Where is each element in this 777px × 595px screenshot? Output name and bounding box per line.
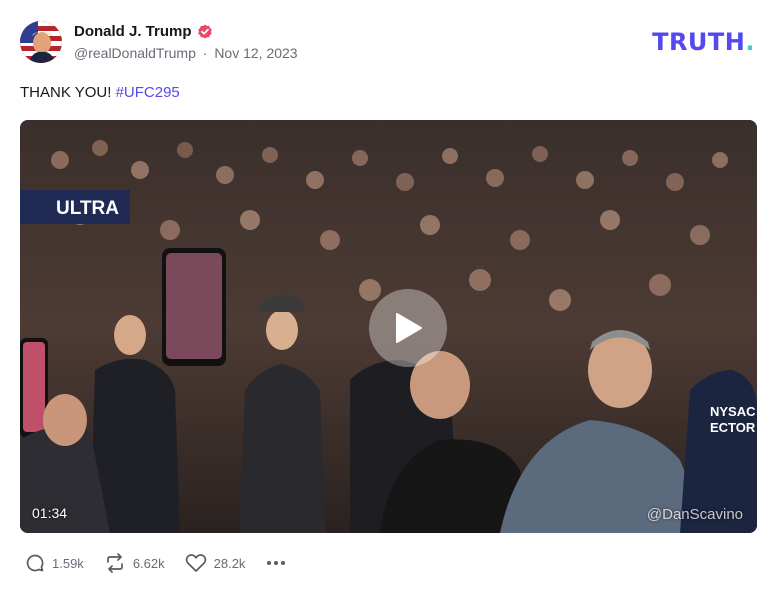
- banner-text: ULTRA: [56, 198, 119, 219]
- more-button[interactable]: [265, 557, 287, 569]
- more-icon-dot: [281, 561, 286, 565]
- reply-icon: [26, 554, 44, 572]
- like-button[interactable]: 28.2k: [185, 553, 246, 573]
- like-icon: [185, 554, 206, 572]
- verified-badge-icon: [197, 24, 212, 39]
- more-icon: [267, 561, 272, 565]
- avatar-image: [20, 21, 62, 63]
- author-handle[interactable]: @realDonaldTrump: [74, 45, 196, 61]
- video-player[interactable]: ULTRA NYSAC ECTOR 01:34 @DanScavino: [20, 120, 757, 533]
- like-count: 28.2k: [213, 555, 246, 571]
- logo-dot: .: [745, 28, 755, 56]
- post-date[interactable]: Nov 12, 2023: [214, 45, 297, 61]
- retruth-icon: [106, 553, 123, 573]
- play-button[interactable]: [369, 289, 447, 367]
- video-watermark: @DanScavino: [646, 506, 743, 523]
- logo-text: TRUTH: [652, 28, 746, 56]
- retruth-button[interactable]: 6.62k: [104, 553, 165, 573]
- hashtag-link[interactable]: #UFC295: [116, 84, 180, 101]
- jacket-text-nysac: NYSAC: [710, 404, 756, 419]
- post-header: Donald J. Trump @realDonaldTrump · Nov 1…: [20, 20, 757, 66]
- post-text: THANK YOU! #UFC295: [20, 84, 180, 101]
- jacket-text-ector: ECTOR: [710, 420, 756, 435]
- reply-count: 1.59k: [52, 555, 84, 571]
- author-name[interactable]: Donald J. Trump: [74, 23, 192, 40]
- video-duration: 01:34: [32, 505, 68, 521]
- retruth-count: 6.62k: [132, 555, 165, 571]
- post-meta: @realDonaldTrump · Nov 12, 2023: [74, 45, 298, 61]
- truth-logo: TRUTH.: [652, 28, 755, 56]
- post-body: THANK YOU!: [20, 84, 116, 101]
- more-icon-dot: [274, 561, 279, 565]
- author-block: Donald J. Trump @realDonaldTrump · Nov 1…: [74, 23, 298, 61]
- avatar[interactable]: [20, 21, 62, 63]
- play-icon: [396, 313, 422, 343]
- reply-button[interactable]: 1.59k: [25, 553, 84, 573]
- meta-separator: ·: [202, 45, 208, 61]
- post-actions: 1.59k 6.62k 28.2k: [25, 553, 287, 573]
